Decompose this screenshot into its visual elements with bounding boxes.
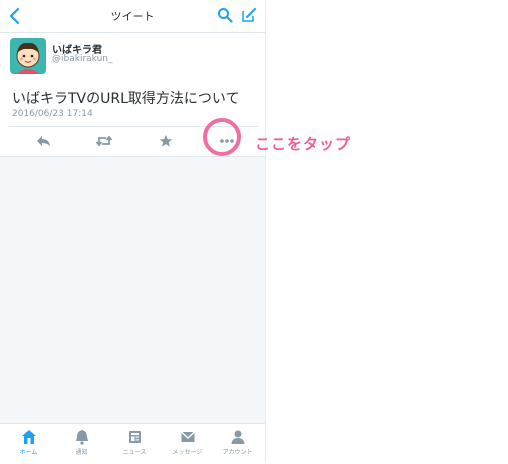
retweet-icon[interactable] [95, 134, 113, 148]
avatar[interactable] [10, 38, 46, 74]
tweet-text: いばキラTVのURL取得方法について [12, 91, 240, 107]
tab-label-account: アカウント [222, 449, 253, 456]
tab-label-home: ホーム [19, 449, 38, 456]
tab-news[interactable]: ニュース [108, 426, 161, 464]
reply-icon[interactable] [35, 134, 53, 148]
twitter-app-screen: ツイート いばキラ君 @ibakirakun_ いばキラTVのURL取得方法につ… [0, 0, 266, 464]
character-avatar-icon [10, 38, 46, 74]
search-icon[interactable] [217, 7, 233, 23]
messages-icon [180, 431, 195, 442]
tap-here-annotation: ここをタップ [255, 135, 352, 153]
tab-label-notifications: 通知 [75, 449, 88, 456]
tab-home[interactable]: ホーム [2, 426, 55, 464]
notifications-icon [75, 430, 88, 445]
favorite-icon[interactable] [157, 134, 175, 148]
tab-notifications[interactable]: 通知 [55, 426, 108, 464]
compose-icon[interactable] [241, 7, 257, 23]
home-icon [21, 430, 36, 444]
tab-label-news: ニュース [122, 449, 147, 456]
user-handle[interactable]: @ibakirakun_ [52, 54, 113, 64]
tab-label-messages: メッセージ [172, 449, 203, 456]
highlight-circle [203, 118, 241, 156]
bottom-tab-bar: ホーム 通知 ニュース メッセージ アカウント [0, 423, 265, 464]
news-icon [128, 431, 141, 443]
top-navigation-bar: ツイート [0, 0, 265, 33]
tweet-timestamp: 2016/06/23 17:14 [12, 109, 93, 119]
tab-account[interactable]: アカウント [211, 426, 264, 464]
tab-messages[interactable]: メッセージ [161, 426, 214, 464]
account-icon [231, 430, 244, 444]
